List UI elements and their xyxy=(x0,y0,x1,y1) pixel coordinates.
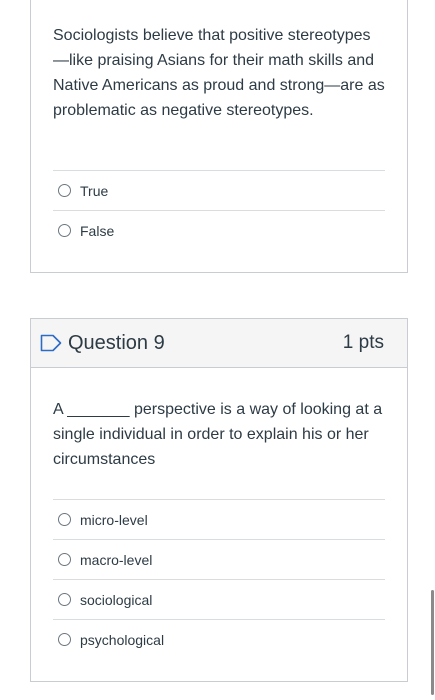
radio-button[interactable] xyxy=(58,184,71,197)
answer-option-micro-level[interactable]: micro-level xyxy=(53,499,385,539)
scrollbar[interactable] xyxy=(431,590,434,695)
radio-button[interactable] xyxy=(58,633,71,646)
question-text: Sociologists believe that positive stere… xyxy=(53,27,385,119)
answer-option-false[interactable]: False xyxy=(53,210,385,250)
question-text: A _______ perspective is a way of lookin… xyxy=(53,401,383,468)
answer-option-sociological[interactable]: sociological xyxy=(53,579,385,619)
radio-button[interactable] xyxy=(58,593,71,606)
question-card-9: Question 9 1 pts A _______ perspective i… xyxy=(30,318,408,682)
answer-option-macro-level[interactable]: macro-level xyxy=(53,539,385,579)
answer-option-true[interactable]: True xyxy=(53,170,385,210)
answer-label: False xyxy=(80,222,115,239)
radio-button[interactable] xyxy=(58,553,71,566)
answer-label: sociological xyxy=(80,591,153,608)
flag-question-icon[interactable] xyxy=(40,334,62,352)
question-card-8: Sociologists believe that positive stere… xyxy=(30,0,408,273)
answer-list: True False xyxy=(53,170,385,250)
radio-button[interactable] xyxy=(58,513,71,526)
answer-label: True xyxy=(80,182,109,199)
question-header: Question 9 1 pts xyxy=(31,319,407,368)
radio-button[interactable] xyxy=(58,224,71,237)
answer-list: micro-level macro-level sociological psy… xyxy=(53,499,385,659)
answer-label: macro-level xyxy=(80,551,153,568)
question-points: 1 pts xyxy=(342,332,384,353)
answer-label: micro-level xyxy=(80,511,148,528)
answer-option-psychological[interactable]: psychological xyxy=(53,619,385,659)
answer-label: psychological xyxy=(80,631,165,648)
question-title: Question 9 xyxy=(68,331,165,354)
